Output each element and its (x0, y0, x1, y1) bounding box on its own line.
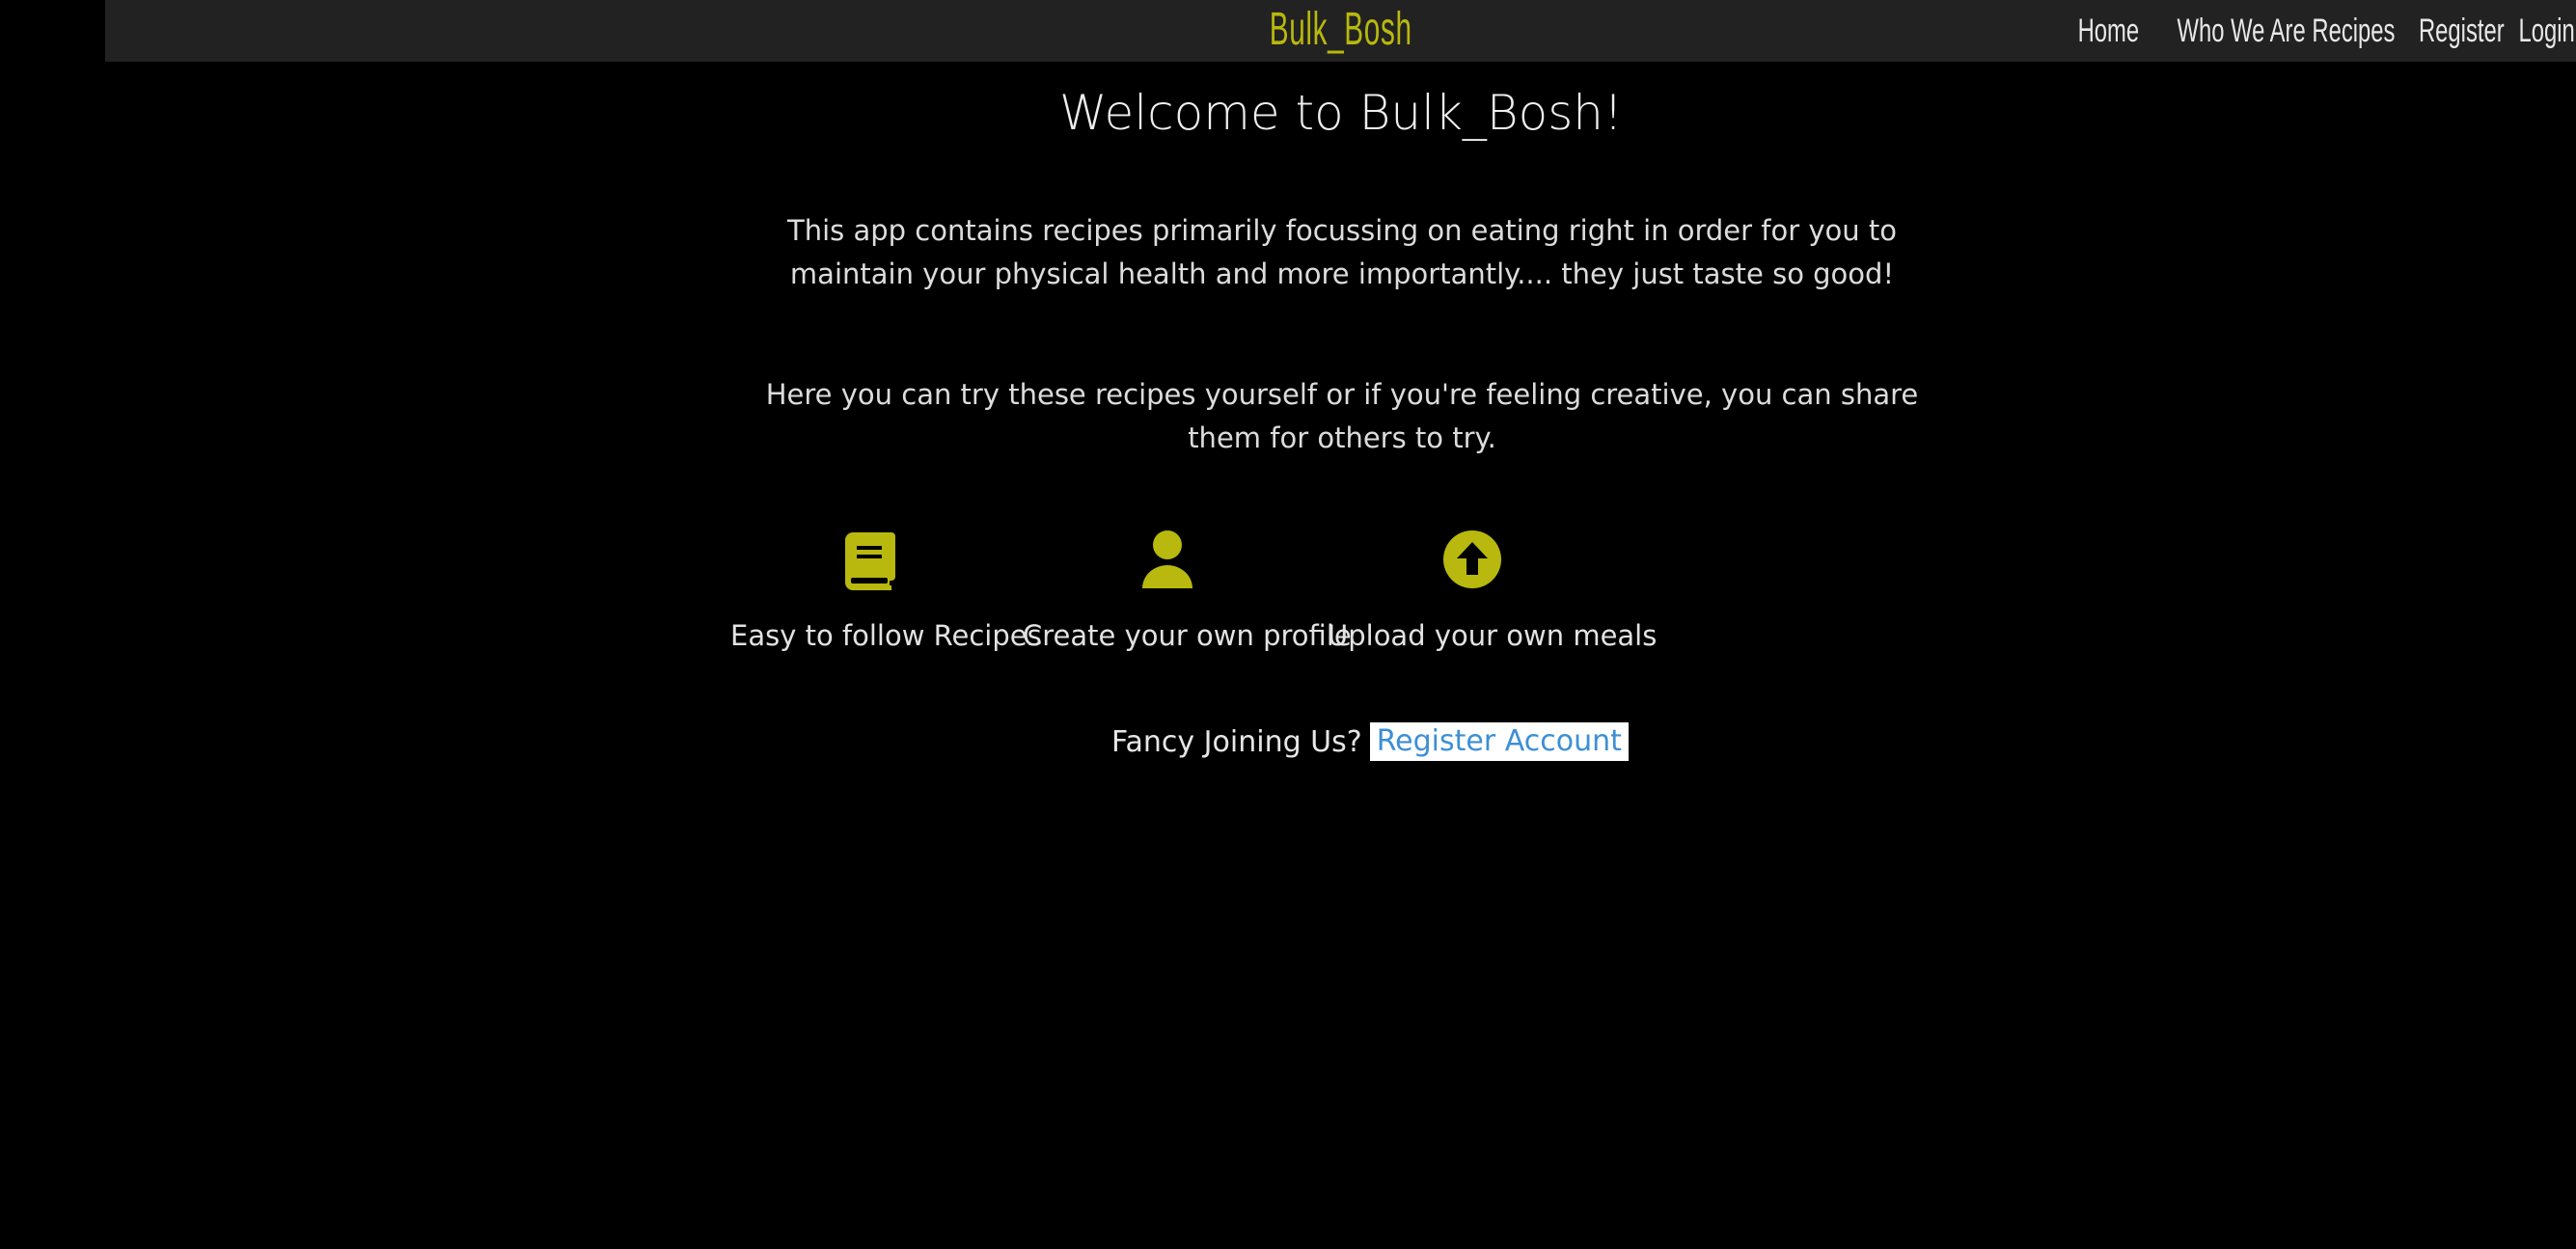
feature-label: Create your own profile (1023, 619, 1352, 652)
intro-text: This app contains recipes primarily focu… (786, 214, 1897, 290)
feature-recipes: Easy to follow Recipes (730, 529, 1042, 652)
page-title: Welcome to Bulk_Bosh! (1058, 85, 1624, 141)
upload-icon (1441, 529, 1503, 590)
feature-upload: Upload your own meals (1328, 529, 1658, 652)
cta-text: Fancy Joining Us? (1111, 724, 1362, 759)
navbar: Bulk_Bosh Home Who We Are Recipes Regist… (105, 0, 2576, 62)
nav-link-recipes[interactable]: Recipes (2312, 13, 2395, 50)
brand-logo[interactable]: Bulk_Bosh (575, 0, 2107, 62)
nav-link-who-we-are[interactable]: Who We Are (2178, 13, 2306, 50)
book-icon (839, 529, 901, 590)
register-account-button[interactable]: Register Account (1369, 722, 1629, 761)
nav-link-home[interactable]: Home (2078, 13, 2139, 50)
feature-profile: Create your own profile (1023, 529, 1352, 652)
feature-label: Upload your own meals (1328, 619, 1658, 652)
cta: Fancy Joining Us? Register Account (1111, 721, 1629, 762)
nav-link-register[interactable]: Register (2419, 13, 2505, 50)
sub-text: Here you can try these recipes yourself … (765, 378, 1919, 454)
user-icon (1137, 529, 1198, 590)
feature-label: Easy to follow Recipes (730, 619, 1042, 652)
nav-link-login[interactable]: Login (2518, 13, 2574, 50)
